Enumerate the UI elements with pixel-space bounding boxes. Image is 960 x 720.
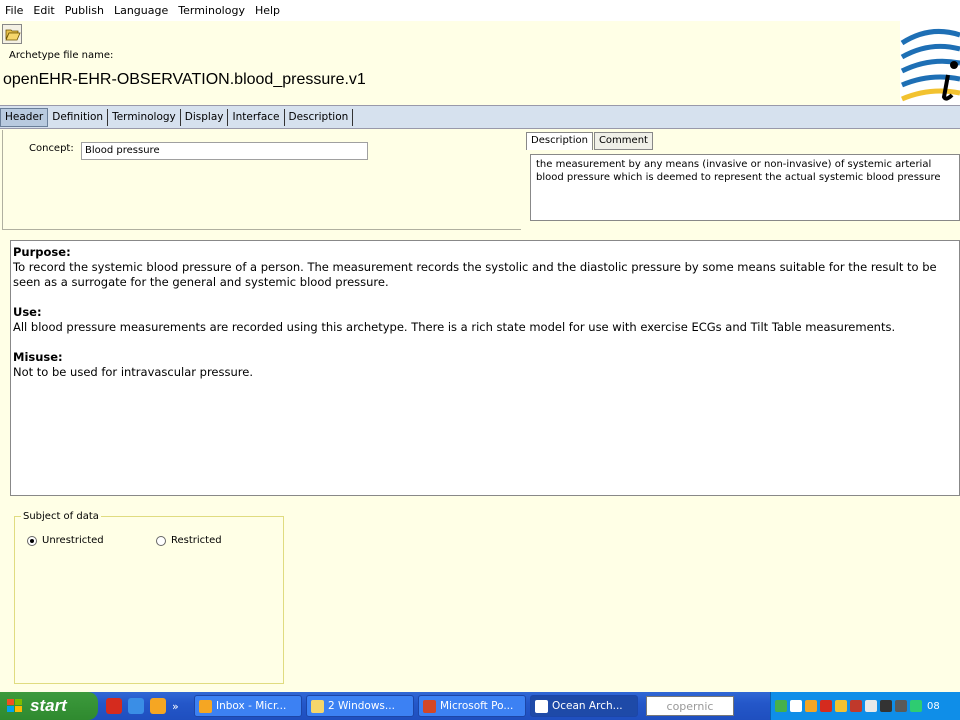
tab-terminology[interactable]: Terminology — [108, 108, 181, 126]
radio-unselected-icon — [156, 535, 166, 546]
tab-display[interactable]: Display — [181, 108, 229, 126]
windows-taskbar: start » Inbox - Micr... 2 Windows... Mic… — [0, 692, 960, 720]
toolbar — [0, 21, 900, 47]
system-tray: 08 — [770, 692, 960, 720]
folder-task-icon — [311, 699, 324, 713]
start-label: start — [30, 696, 67, 715]
subject-of-data-group: Subject of data Unrestricted Restricted — [14, 511, 284, 684]
menu-publish[interactable]: Publish — [60, 4, 109, 17]
use-text: All blood pressure measurements are reco… — [13, 320, 896, 334]
tray-arrow-icon[interactable] — [775, 700, 787, 712]
main-tabbar: Header Definition Terminology Display In… — [0, 105, 960, 129]
quicklaunch-chevron[interactable]: » — [172, 700, 179, 713]
windows-flag-icon — [6, 698, 24, 714]
menu-bar: File Edit Publish Language Terminology H… — [0, 0, 960, 21]
ocean-task-icon — [535, 699, 548, 713]
concept-label: Concept: — [29, 143, 74, 154]
outlook-task-icon — [199, 699, 212, 713]
ocean-logo — [900, 21, 960, 105]
concept-description-text[interactable]: the measurement by any means (invasive o… — [530, 154, 960, 221]
folder-open-icon — [5, 29, 21, 41]
tab-header[interactable]: Header — [0, 107, 49, 127]
task-ocean-archetype[interactable]: Ocean Arch... — [530, 695, 638, 717]
menu-help[interactable]: Help — [250, 4, 285, 17]
menu-file[interactable]: File — [0, 4, 28, 17]
tray-alert-icon[interactable] — [850, 700, 862, 712]
task-powerpoint[interactable]: Microsoft Po... — [418, 695, 526, 717]
tab-concept-description[interactable]: Description — [526, 132, 593, 150]
tray-update-icon[interactable] — [910, 700, 922, 712]
radio-restricted-label: Restricted — [171, 535, 222, 546]
tab-description[interactable]: Description — [285, 108, 354, 126]
tab-definition[interactable]: Definition — [48, 108, 109, 126]
task-powerpoint-label: Microsoft Po... — [440, 700, 514, 712]
subject-of-data-legend: Subject of data — [21, 511, 101, 522]
archetype-filename-label: Archetype file name: — [9, 50, 114, 61]
tray-security-icon[interactable] — [835, 700, 847, 712]
header-panel: Concept: Blood pressure Description Comm… — [0, 130, 960, 230]
description-textarea[interactable]: Purpose: To record the systemic blood pr… — [10, 240, 960, 496]
use-heading: Use: — [13, 305, 42, 319]
start-button[interactable]: start — [0, 692, 98, 720]
open-file-button[interactable] — [2, 24, 22, 44]
radio-restricted[interactable]: Restricted — [156, 535, 222, 546]
tray-antivirus-icon[interactable] — [820, 700, 832, 712]
tab-concept-comment[interactable]: Comment — [593, 132, 653, 150]
task-ocean-label: Ocean Arch... — [552, 700, 623, 712]
description-tabbar: Description Comment — [526, 132, 654, 150]
quicklaunch-close-icon[interactable] — [106, 698, 122, 714]
internet-explorer-icon[interactable] — [128, 698, 144, 714]
tray-volume-icon[interactable] — [895, 700, 907, 712]
task-inbox[interactable]: Inbox - Micr... — [194, 695, 302, 717]
powerpoint-task-icon — [423, 699, 436, 713]
task-inbox-label: Inbox - Micr... — [216, 700, 287, 712]
misuse-text: Not to be used for intravascular pressur… — [13, 365, 253, 379]
purpose-heading: Purpose: — [13, 245, 71, 259]
menu-edit[interactable]: Edit — [28, 4, 59, 17]
outlook-icon[interactable] — [150, 698, 166, 714]
tray-monitor-icon[interactable] — [880, 700, 892, 712]
ocean-logo-icon — [900, 28, 960, 102]
radio-unrestricted[interactable]: Unrestricted — [27, 535, 104, 546]
quick-launch: » — [106, 698, 194, 714]
copernic-search-input[interactable]: copernic — [646, 696, 734, 716]
archetype-filename-area: Archetype file name: openEHR-EHR-OBSERVA… — [0, 47, 900, 105]
clock: 08 — [927, 700, 940, 712]
menu-language[interactable]: Language — [109, 4, 173, 17]
task-windows-label: 2 Windows... — [328, 700, 395, 712]
misuse-heading: Misuse: — [13, 350, 63, 364]
concept-input[interactable]: Blood pressure — [81, 142, 368, 160]
archetype-filename-value: openEHR-EHR-OBSERVATION.blood_pressure.v… — [3, 71, 366, 88]
purpose-text: To record the systemic blood pressure of… — [13, 260, 937, 289]
tab-interface[interactable]: Interface — [228, 108, 285, 126]
radio-selected-icon — [27, 535, 37, 546]
tray-back-icon[interactable] — [790, 700, 802, 712]
tray-network-icon[interactable] — [865, 700, 877, 712]
task-windows-group[interactable]: 2 Windows... — [306, 695, 414, 717]
tray-clock-icon[interactable] — [805, 700, 817, 712]
radio-unrestricted-label: Unrestricted — [42, 535, 104, 546]
menu-terminology[interactable]: Terminology — [173, 4, 250, 17]
